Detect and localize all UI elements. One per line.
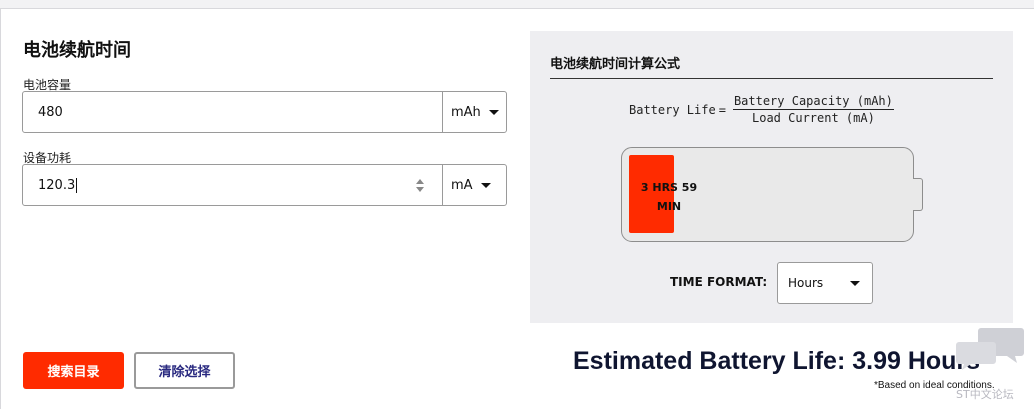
watermark-text: ST中文论坛 xyxy=(956,388,1014,401)
battery-duration-label: 3 HRS 59 MIN xyxy=(636,178,702,216)
formula: Battery Life = Battery Capacity (mAh) Lo… xyxy=(629,94,894,125)
battery-terminal xyxy=(913,178,923,211)
formula-numerator: Battery Capacity (mAh) xyxy=(732,94,894,110)
text-cursor xyxy=(76,177,78,193)
formula-panel: 电池续航时间计算公式 Battery Life = Battery Capaci… xyxy=(530,31,1013,323)
time-format-value: Hours xyxy=(788,276,824,290)
capacity-field: 480 mAh xyxy=(22,91,507,133)
time-format-label: TIME FORMAT: xyxy=(670,275,768,289)
clear-selection-button[interactable]: 清除选择 xyxy=(134,352,235,389)
chevron-down-icon xyxy=(850,281,860,286)
capacity-unit-value: mAh xyxy=(451,104,481,120)
battery-duration-line2: MIN xyxy=(656,200,682,213)
power-input[interactable]: 120.3 xyxy=(23,165,442,205)
chat-bubbles-icon xyxy=(956,328,1024,370)
panel-title: 电池续航时间计算公式 xyxy=(550,53,993,79)
formula-equals: = xyxy=(718,102,726,117)
power-unit-select[interactable]: mA xyxy=(442,165,506,205)
formula-denominator: Load Current (mA) xyxy=(752,111,875,125)
number-spinner-icon[interactable] xyxy=(416,179,424,193)
estimated-battery-life: Estimated Battery Life: 3.99 Hours xyxy=(573,347,981,375)
search-catalog-button[interactable]: 搜索目录 xyxy=(23,352,124,389)
battery-duration-line1: 3 HRS 59 xyxy=(640,181,698,194)
time-format-select[interactable]: Hours xyxy=(777,262,873,304)
battery-graphic: 3 HRS 59 MIN xyxy=(621,147,914,242)
capacity-unit-select[interactable]: mAh xyxy=(442,92,506,132)
capacity-value: 480 xyxy=(38,104,63,120)
power-unit-value: mA xyxy=(451,177,473,193)
power-field: 120.3 mA xyxy=(22,164,507,206)
formula-lhs: Battery Life xyxy=(629,102,716,117)
chevron-down-icon xyxy=(480,182,491,188)
capacity-input[interactable]: 480 xyxy=(23,92,442,132)
page-title: 电池续航时间 xyxy=(23,40,131,61)
power-value: 120.3 xyxy=(38,177,76,193)
chevron-down-icon xyxy=(488,109,499,115)
formula-fraction: Battery Capacity (mAh) Load Current (mA) xyxy=(732,94,894,125)
